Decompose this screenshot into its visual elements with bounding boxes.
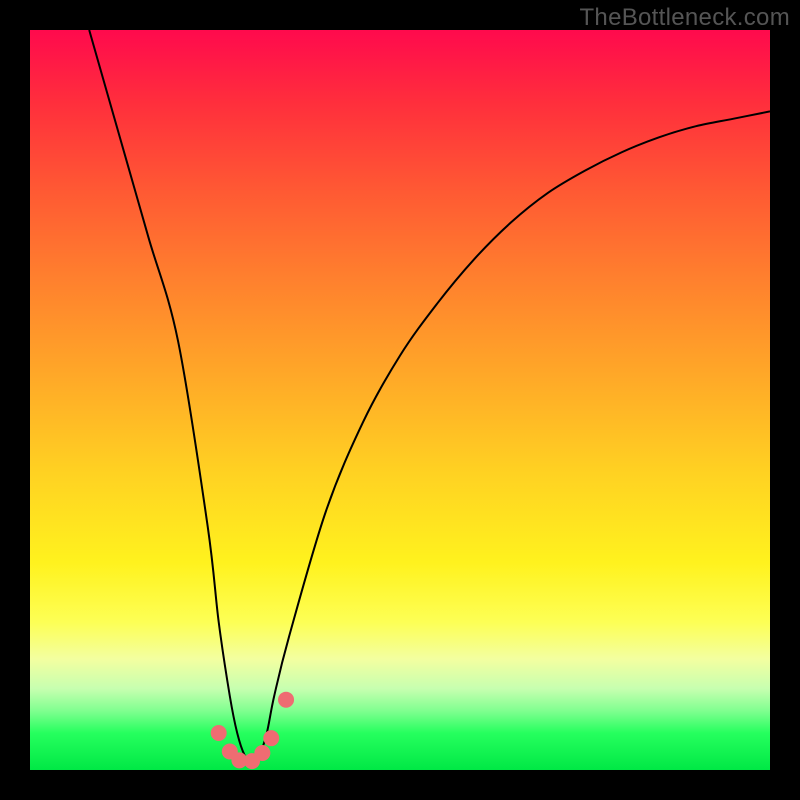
plot-area: [30, 30, 770, 770]
data-marker: [278, 692, 294, 708]
bottleneck-curve: [89, 30, 770, 763]
attribution-text: TheBottleneck.com: [579, 4, 790, 32]
data-marker: [254, 745, 270, 761]
markers-group: [211, 692, 294, 769]
data-marker: [211, 725, 227, 741]
data-marker: [263, 730, 279, 746]
chart-frame: TheBottleneck.com: [0, 0, 800, 800]
chart-svg: [30, 30, 770, 770]
